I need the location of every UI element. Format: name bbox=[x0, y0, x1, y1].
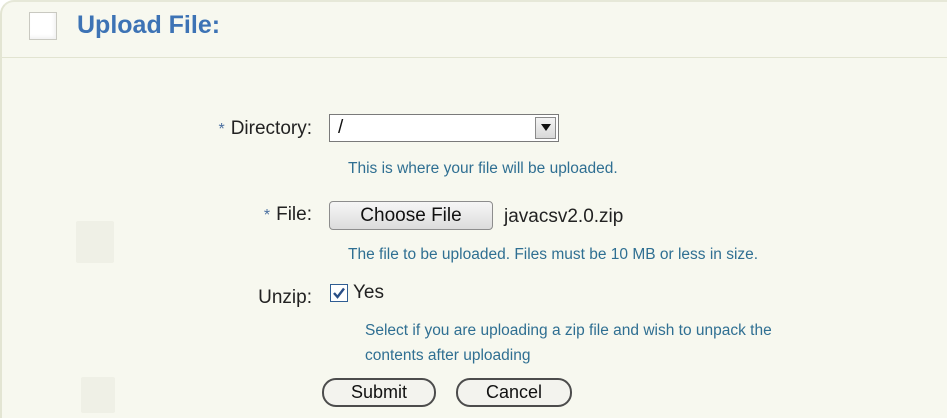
collapse-box-icon[interactable] bbox=[29, 12, 57, 40]
page-title: Upload File: bbox=[77, 11, 221, 39]
required-mark: * bbox=[263, 207, 271, 224]
unzip-label: Unzip: bbox=[258, 287, 312, 308]
cancel-button[interactable]: Cancel bbox=[456, 378, 572, 407]
directory-select[interactable]: / bbox=[329, 114, 559, 142]
required-mark: * bbox=[218, 121, 225, 138]
decorative-block bbox=[76, 221, 114, 263]
unzip-hint-line1: Select if you are uploading a zip file a… bbox=[365, 322, 772, 339]
checkmark-icon bbox=[333, 287, 345, 299]
selected-file-name: javacsv2.0.zip bbox=[504, 206, 624, 227]
unzip-checkbox[interactable] bbox=[330, 284, 348, 302]
choose-file-button[interactable]: Choose File bbox=[329, 201, 493, 230]
upload-file-panel: Upload File: * Directory: / This is where… bbox=[0, 0, 947, 418]
chevron-down-icon[interactable] bbox=[535, 117, 556, 139]
submit-button[interactable]: Submit bbox=[322, 378, 436, 407]
directory-select-value: / bbox=[338, 117, 344, 138]
directory-label: * Directory: bbox=[152, 118, 312, 140]
decorative-block bbox=[81, 377, 115, 413]
unzip-yes-label[interactable]: Yes bbox=[353, 282, 384, 304]
file-label: * File: bbox=[152, 204, 312, 226]
file-label-text: File: bbox=[276, 204, 312, 225]
directory-label-text: Directory: bbox=[230, 118, 312, 139]
directory-hint: This is where your file will be uploaded… bbox=[348, 160, 618, 177]
unzip-hint-line2: contents after uploading bbox=[365, 347, 531, 364]
panel-header: Upload File: bbox=[2, 2, 947, 58]
file-hint: The file to be uploaded. Files must be 1… bbox=[348, 246, 759, 263]
